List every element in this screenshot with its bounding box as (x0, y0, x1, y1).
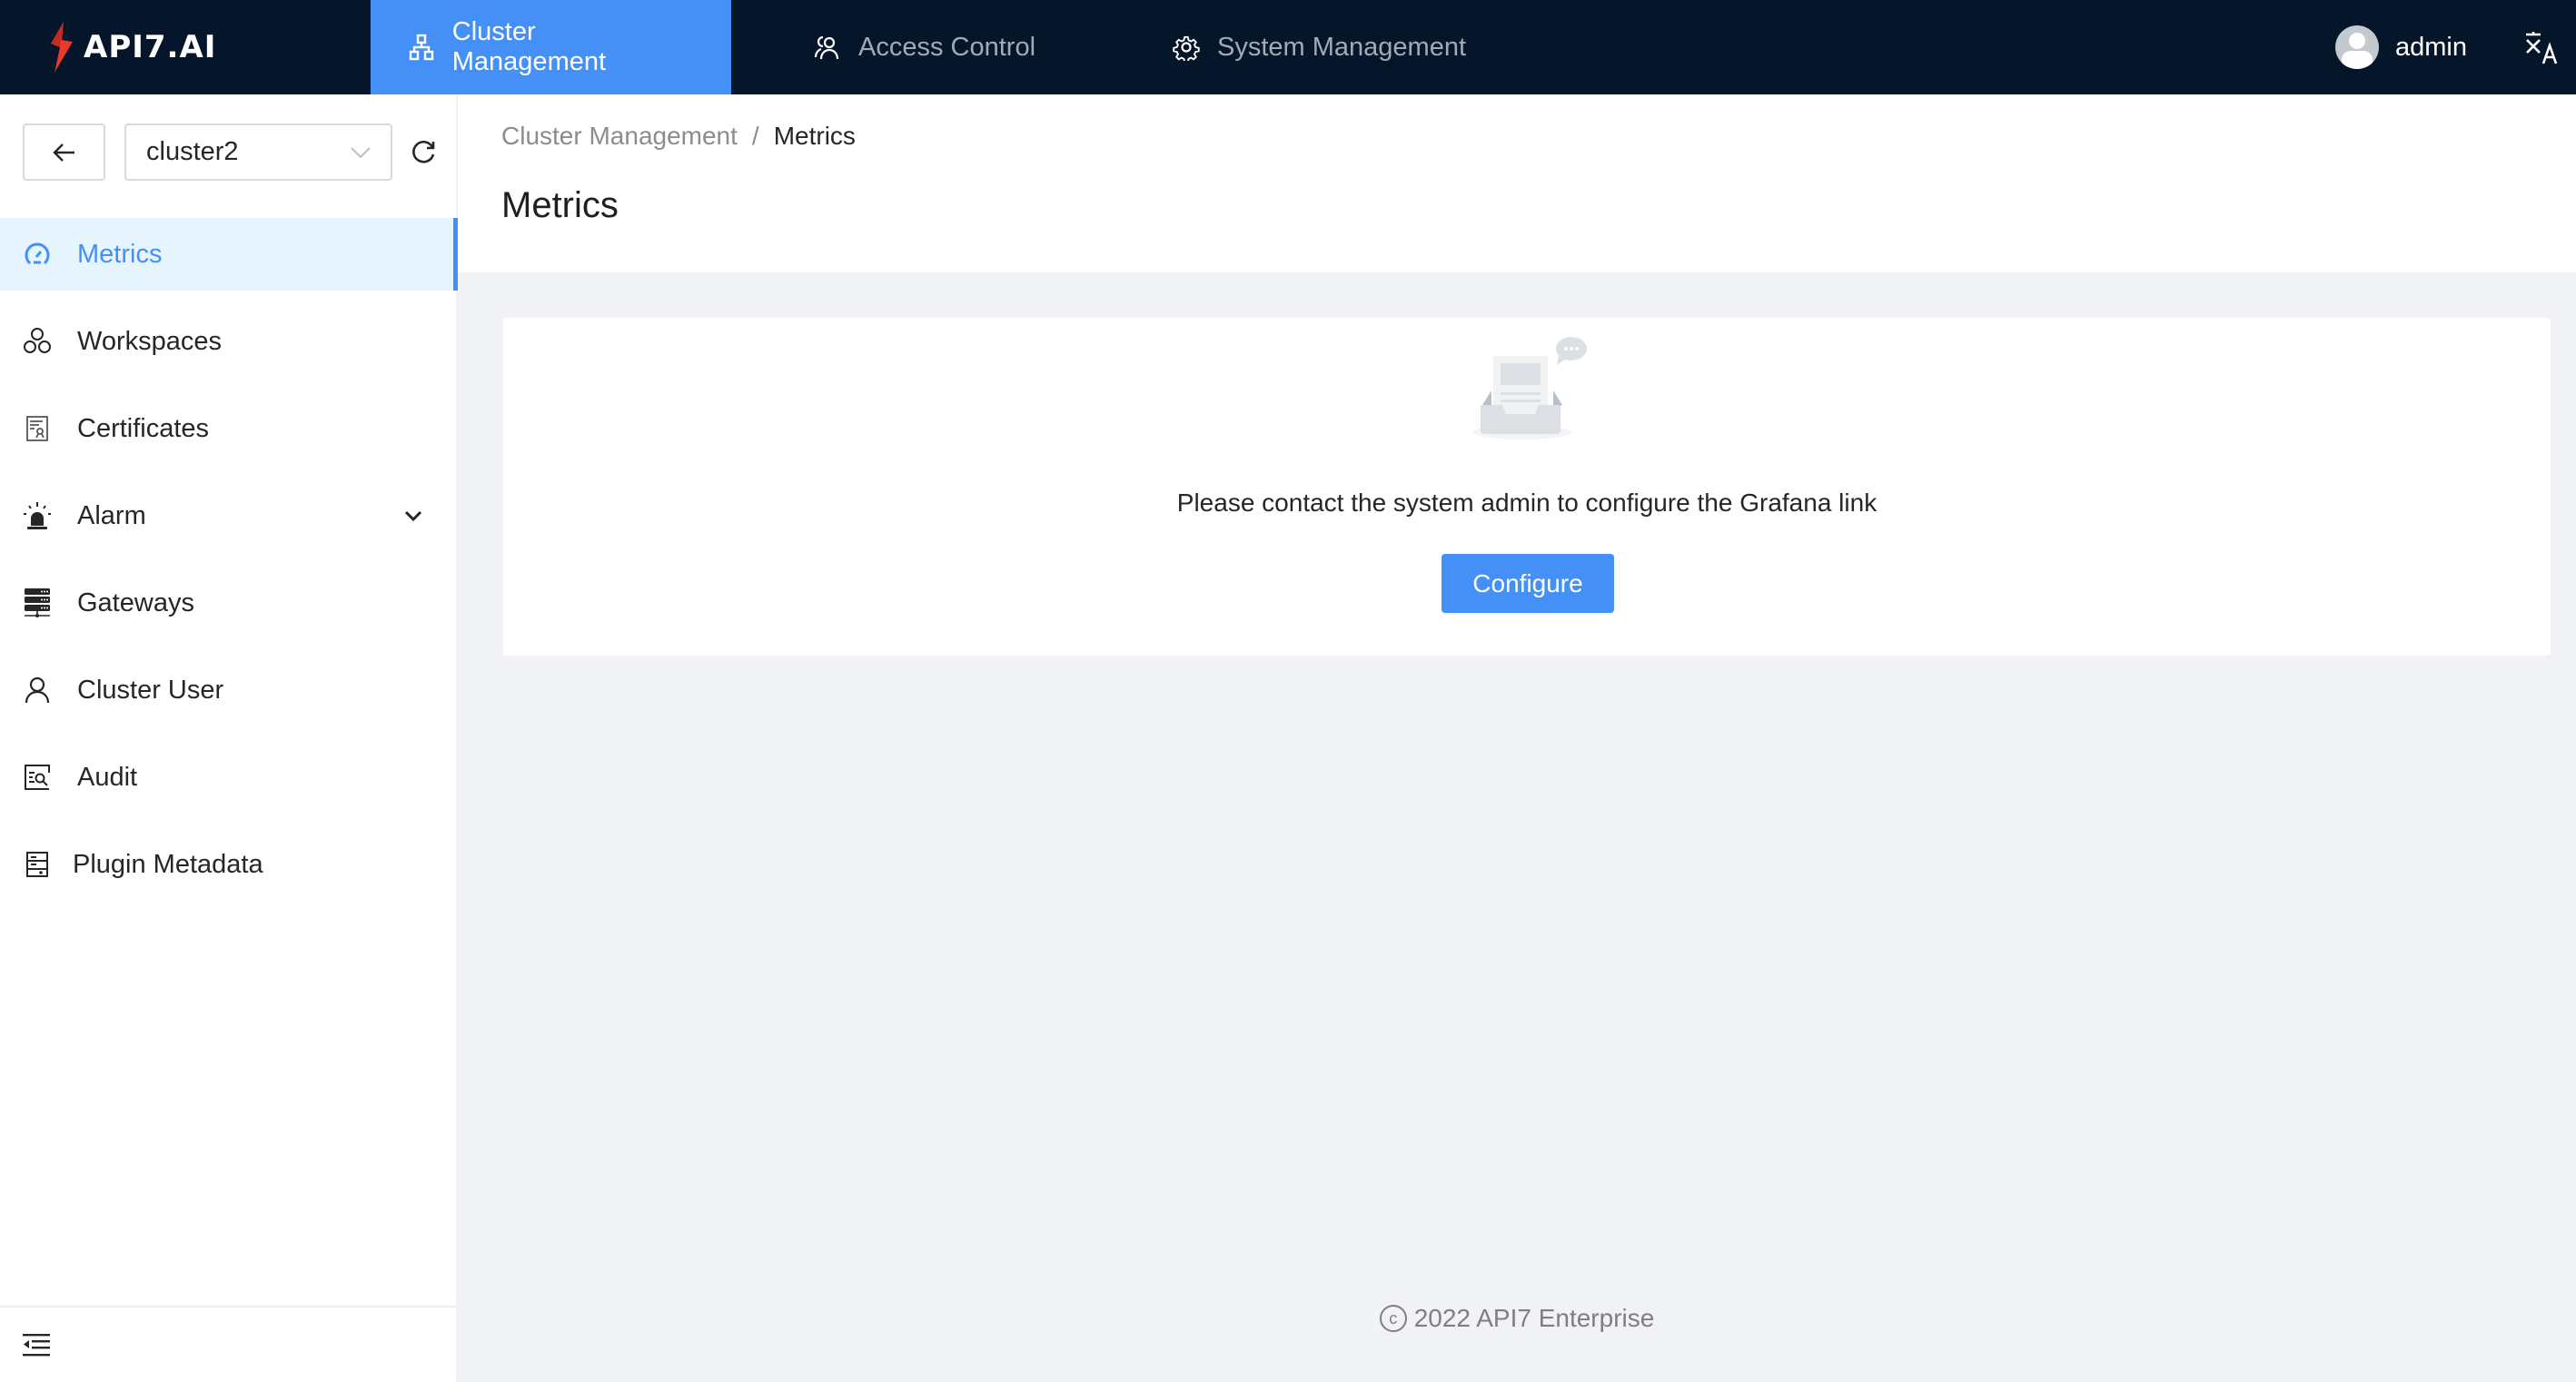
sidebar-item-label: Metrics (77, 239, 163, 269)
footer-text: 2022 API7 Enterprise (1413, 1304, 1655, 1332)
sidebar-item-cluster-user[interactable]: Cluster User (0, 654, 457, 726)
top-navbar: API7.AI Cluster Management Access Contro… (0, 0, 2576, 94)
footer: c 2022 API7 Enterprise (458, 1304, 2576, 1333)
translate-icon[interactable] (2523, 29, 2560, 65)
tab-label: Access Control (858, 32, 1036, 62)
metadata-icon (22, 849, 53, 880)
logo[interactable]: API7.AI (0, 0, 371, 94)
workspaces-icon (22, 326, 53, 357)
cluster-icon (407, 33, 436, 62)
empty-inbox-icon (1473, 337, 1587, 439)
refresh-button[interactable] (405, 134, 441, 171)
users-icon (813, 33, 842, 62)
avatar-icon (2335, 25, 2379, 69)
sidebar-collapse-bar (0, 1306, 456, 1382)
chevron-down-icon (351, 146, 371, 158)
sidebar-item-label: Certificates (77, 413, 210, 443)
back-button[interactable] (23, 123, 105, 181)
tab-system-management[interactable]: System Management (1135, 0, 1502, 94)
empty-state-message: Please contact the system admin to confi… (1176, 489, 1878, 517)
sidebar-item-label: Plugin Metadata (73, 849, 263, 879)
page-header: Cluster Management / Metrics Metrics (458, 94, 2576, 272)
configure-button[interactable]: Configure (1442, 554, 1614, 613)
breadcrumb-separator: / (751, 122, 759, 150)
logo-bolt-icon (51, 22, 73, 73)
sidebar-item-metrics[interactable]: Metrics (0, 218, 458, 291)
sidebar-item-plugin-metadata[interactable]: Plugin Metadata (0, 828, 457, 901)
user-name: admin (2395, 32, 2467, 62)
sidebar: cluster2 Metrics Workspaces Certificates… (0, 94, 458, 1382)
gear-icon (1172, 33, 1201, 62)
sidebar-item-certificates[interactable]: Certificates (0, 392, 457, 465)
page-title: Metrics (501, 185, 619, 225)
user-menu[interactable]: admin (2335, 25, 2467, 69)
breadcrumb: Cluster Management / Metrics (501, 122, 856, 151)
audit-icon (22, 762, 53, 793)
tab-cluster-management[interactable]: Cluster Management (371, 0, 731, 94)
breadcrumb-item-cluster-management[interactable]: Cluster Management (501, 122, 738, 151)
chevron-down-icon[interactable] (401, 503, 426, 528)
cluster-bar: cluster2 (23, 123, 441, 181)
copyright-icon: c (1379, 1305, 1407, 1332)
user-icon (22, 675, 53, 706)
arrow-left-icon (52, 143, 74, 162)
cluster-select[interactable]: cluster2 (124, 123, 392, 181)
sidebar-item-audit[interactable]: Audit (0, 741, 457, 814)
dashboard-icon (22, 239, 53, 270)
tab-access-control[interactable]: Access Control (777, 0, 1072, 94)
sidebar-item-label: Cluster User (77, 675, 224, 705)
refresh-icon (412, 140, 435, 163)
sidebar-item-label: Workspaces (77, 326, 223, 356)
sidebar-item-alarm[interactable]: Alarm (0, 479, 457, 552)
logo-text: API7.AI (84, 29, 217, 65)
sidebar-item-label: Gateways (77, 587, 194, 617)
sidebar-menu: Metrics Workspaces Certificates Alarm Ga… (0, 218, 458, 915)
sidebar-item-gateways[interactable]: Gateways (0, 567, 457, 639)
sidebar-item-label: Alarm (77, 500, 146, 530)
tab-label: Cluster Management (451, 17, 607, 76)
empty-state-card: Please contact the system admin to confi… (503, 318, 2551, 656)
tab-label: System Management (1217, 32, 1467, 62)
sidebar-item-workspaces[interactable]: Workspaces (0, 305, 457, 378)
server-icon (22, 587, 53, 618)
alarm-icon (22, 500, 53, 531)
breadcrumb-item-metrics: Metrics (773, 122, 856, 150)
cluster-select-value: cluster2 (146, 137, 239, 166)
certificate-icon (22, 413, 53, 444)
sidebar-item-label: Audit (77, 762, 138, 792)
menu-fold-icon[interactable] (23, 1332, 50, 1357)
